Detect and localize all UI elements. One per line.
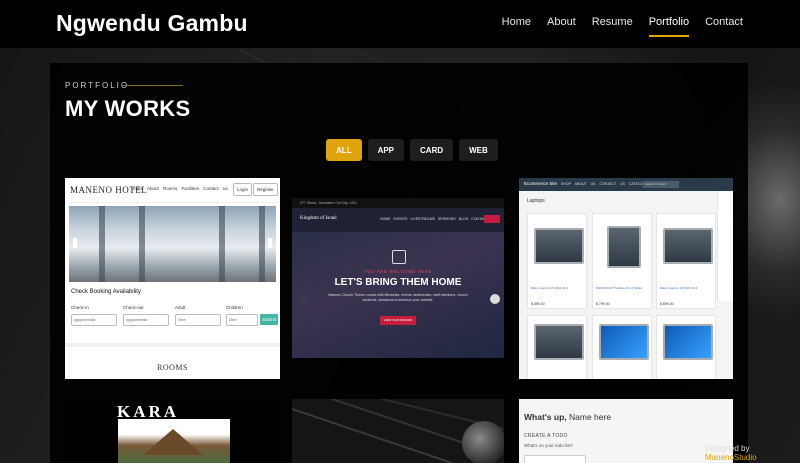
credit-prefix: Designed by <box>705 444 750 453</box>
nav-about[interactable]: About <box>547 16 576 28</box>
shop-category: Laptops <box>527 198 545 204</box>
laptop-image <box>599 324 649 360</box>
portrait-image <box>462 421 504 463</box>
nav-contact[interactable]: Contact <box>705 16 743 28</box>
nav-resume[interactable]: Resume <box>592 16 633 28</box>
todo-question: What's on your todo list? <box>524 443 574 448</box>
section-title: MY WORKS <box>65 96 191 121</box>
church-cta-button: VIEW OUR MISSION <box>380 316 416 325</box>
product-tile: MICROSOFT Surface Pro 6 Tablet $ 799.00 <box>592 213 652 309</box>
product-price: $ 799.00 <box>596 302 610 306</box>
product-tile <box>527 315 587 379</box>
portfolio-item-todo[interactable]: What's up, Name here CREATE A TODO What'… <box>519 399 733 463</box>
designer-credit: Designed by ManenoStudio <box>705 444 800 462</box>
church-give-button <box>484 215 500 223</box>
brand-logo[interactable]: Ngwendu Gambu <box>56 10 248 37</box>
laptop-image <box>663 324 713 360</box>
hotel-nav-links: Home About Rooms Facilities Contact us <box>131 186 228 191</box>
shop-sidebar <box>717 191 733 301</box>
product-caption: DELL Inspiron 13 5000 13.3 <box>660 286 698 290</box>
adult-select: One <box>175 314 221 326</box>
shop-header: Ecommerce Site SHOP ABOUT US CONTACT US … <box>519 178 733 191</box>
filter-all-button[interactable]: ALL <box>326 139 362 161</box>
adult-label: Adult <box>175 305 186 310</box>
church-menu: HOME EVENTS LIVESTREAMS SERMONS BLOG CON… <box>380 217 496 221</box>
filter-card-button[interactable]: CARD <box>410 139 454 161</box>
check-in-field: yyyy/mm/dd <box>71 314 117 326</box>
kara-roof-shape <box>143 429 203 455</box>
navbar: Ngwendu Gambu Home About Resume Portfoli… <box>0 0 800 48</box>
laptop-image <box>663 228 713 264</box>
church-topbar: 277 Street, Jerusalem Old City, USA <box>292 198 504 208</box>
children-label: Children <box>226 305 243 310</box>
hotel-register-button: Register <box>253 183 278 196</box>
portfolio-item-church[interactable]: 277 Street, Jerusalem Old City, USA King… <box>292 198 504 358</box>
hotel-rooms-heading: ROOMS <box>157 363 188 372</box>
portfolio-filters: ALL APP CARD WEB <box>326 139 498 161</box>
filter-app-button[interactable]: APP <box>367 139 405 161</box>
hotel-submit-button: Submit <box>260 314 278 325</box>
booking-title: Check Booking Availability <box>71 289 141 295</box>
laptop-image <box>534 324 584 360</box>
kara-logo: KARA <box>117 402 180 421</box>
section-subtitle: PORTFOLIO <box>65 81 130 90</box>
carousel-next-icon <box>268 238 272 248</box>
carousel-prev-icon <box>73 238 77 248</box>
product-tile <box>656 315 716 379</box>
book-icon <box>392 250 406 264</box>
todo-heading-name: Name here <box>569 412 612 422</box>
todo-heading: What's up, Name here <box>524 412 611 422</box>
product-tile: DELL Inspiron 13 5000 13.3 $ 899.00 <box>656 213 716 309</box>
carousel-next-icon <box>490 294 500 304</box>
check-out-field: yyyy/mm/dd <box>123 314 169 326</box>
carousel-prev-icon <box>298 294 308 304</box>
check-out-label: Check-out <box>123 305 144 310</box>
hotel-login-button: Login <box>233 183 253 196</box>
main-menu: Home About Resume Portfolio Contact <box>486 16 743 37</box>
product-price: $ 899.00 <box>531 302 545 306</box>
church-name: Kingdom of Israel <box>300 216 337 221</box>
laptop-image <box>534 228 584 264</box>
product-tile <box>592 315 652 379</box>
hotel-header: MANENO HOTEL Home About Rooms Facilities… <box>65 178 280 203</box>
church-navbar: Kingdom of Israel HOME EVENTS LIVESTREAM… <box>292 208 504 232</box>
church-description: Maneno Church Theme comes with Ministrie… <box>328 293 468 302</box>
hotel-hero-image <box>69 206 276 282</box>
portfolio-item-hotel[interactable]: MANENO HOTEL Home About Rooms Facilities… <box>65 178 280 379</box>
shop-name: Ecommerce Site <box>524 181 558 186</box>
portfolio-item-kara[interactable]: KARA <box>65 399 280 463</box>
credit-author-link[interactable]: ManenoStudio <box>705 453 757 462</box>
shop-search-input: Search Product <box>643 181 679 188</box>
todo-heading-prefix: What's up, <box>524 412 567 422</box>
nav-portfolio[interactable]: Portfolio <box>648 16 690 37</box>
check-in-label: Check-in <box>71 305 89 310</box>
filter-web-button[interactable]: WEB <box>459 139 498 161</box>
nav-home[interactable]: Home <box>502 16 531 28</box>
portfolio-item-photo[interactable] <box>292 399 504 463</box>
product-caption: MICROSOFT Surface Pro 6 Tablet <box>596 286 642 290</box>
todo-input <box>524 455 586 463</box>
shop-menu: SHOP ABOUT US CONTACT US CATEGORY <box>561 182 649 186</box>
portfolio-section: PORTFOLIO MY WORKS ALL APP CARD WEB MANE… <box>50 63 748 463</box>
children-select: One <box>226 314 258 326</box>
todo-create-label: CREATE A TODO <box>524 433 568 439</box>
hotel-divider <box>65 343 280 347</box>
portfolio-item-shop[interactable]: Ecommerce Site SHOP ABOUT US CONTACT US … <box>519 178 733 379</box>
product-caption: DELL Inspiron 15 3000 13.3 <box>531 286 569 290</box>
product-price: $ 899.00 <box>660 302 674 306</box>
tablet-image <box>607 226 641 268</box>
church-headline: LET'S BRING THEM HOME <box>334 277 462 288</box>
subtitle-divider <box>121 85 183 86</box>
product-tile: DELL Inspiron 15 3000 13.3 $ 899.00 <box>527 213 587 309</box>
church-tagline: YOU ARE WELCOME HERE <box>363 269 433 274</box>
